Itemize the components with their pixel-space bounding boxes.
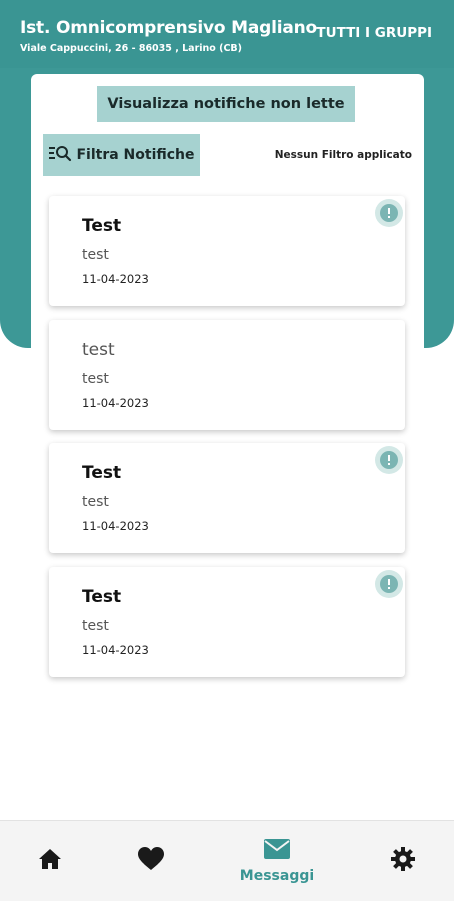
school-address: Viale Cappuccini, 26 - 86035 , Larino (C… (20, 43, 243, 54)
notification-title: Test (82, 216, 122, 236)
notification-card[interactable]: Test test 11-04-2023 (49, 567, 405, 677)
unread-alert-icon (375, 199, 403, 227)
notification-body: test (82, 371, 109, 387)
notification-card[interactable]: test test 11-04-2023 (49, 320, 405, 430)
notification-body: test (82, 494, 109, 510)
unread-alert-icon (375, 446, 403, 474)
notification-title: Test (82, 463, 122, 483)
notifications-panel: Visualizza notifiche non lette Filtra No… (31, 74, 424, 820)
notification-card[interactable]: Test test 11-04-2023 (49, 196, 405, 306)
notification-card[interactable]: Test test 11-04-2023 (49, 443, 405, 553)
notification-date: 11-04-2023 (82, 396, 149, 410)
notification-date: 11-04-2023 (82, 519, 149, 533)
filter-button-label: Filtra Notifiche (76, 147, 195, 163)
school-name: Ist. Omnicomprensivo Magliano (20, 18, 317, 38)
nav-home[interactable] (25, 821, 75, 901)
show-unread-button[interactable]: Visualizza notifiche non lette (97, 86, 355, 122)
nav-messages-label: Messaggi (239, 868, 315, 884)
notification-title: test (82, 340, 115, 360)
filter-search-icon (48, 144, 72, 166)
notification-body: test (82, 247, 109, 263)
unread-alert-icon (375, 570, 403, 598)
nav-settings[interactable] (378, 821, 428, 901)
home-icon (37, 847, 63, 875)
heart-icon (137, 846, 165, 876)
top-app-bar: Ist. Omnicomprensivo Magliano Viale Capp… (0, 0, 454, 68)
mail-icon (263, 838, 291, 864)
nav-messages[interactable]: Messaggi (232, 821, 322, 901)
notification-body: test (82, 618, 109, 634)
filter-notifications-button[interactable]: Filtra Notifiche (43, 134, 200, 176)
notification-date: 11-04-2023 (82, 272, 149, 286)
all-groups-button[interactable]: TUTTI I GRUPPI (316, 25, 432, 41)
nav-favorites[interactable] (126, 821, 176, 901)
bottom-navigation: Messaggi (0, 820, 454, 901)
filter-status: Nessun Filtro applicato (274, 149, 412, 161)
gear-icon (390, 846, 416, 876)
notification-date: 11-04-2023 (82, 643, 149, 657)
notification-title: Test (82, 587, 122, 607)
